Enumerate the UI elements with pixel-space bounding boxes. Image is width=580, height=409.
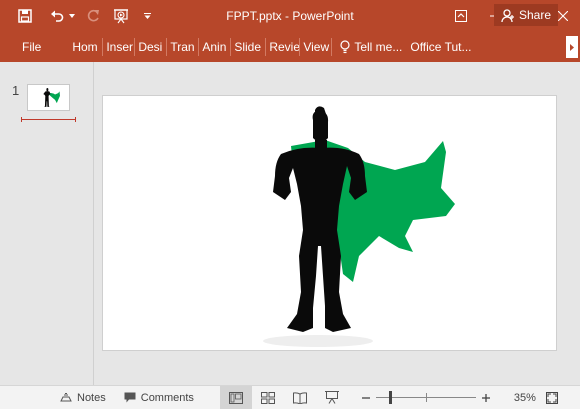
tab-insert[interactable]: Inser (103, 32, 134, 62)
slide-thumbnail[interactable] (27, 84, 70, 111)
tab-slide-show[interactable]: Slide (231, 32, 265, 62)
slide-sorter-icon (260, 391, 275, 404)
tell-me-search[interactable]: Tell me... (332, 32, 410, 62)
share-label: Share (518, 8, 552, 22)
comments-label: Comments (140, 391, 194, 404)
thumbnail-slide-number: 1 (12, 83, 20, 98)
slide-editing-canvas (94, 62, 580, 385)
ground-shadow (263, 335, 373, 347)
fit-slide-to-window-button[interactable] (536, 386, 566, 409)
slide-thumbnail-pane: 1 (0, 62, 94, 385)
undo-button[interactable] (46, 0, 68, 32)
minus-icon (361, 396, 370, 399)
plus-icon (481, 393, 490, 402)
redo-icon (87, 9, 99, 22)
save-icon (18, 9, 32, 23)
zoom-slider-midpoint (425, 392, 427, 402)
tab-design[interactable]: Desi (135, 32, 166, 62)
tell-me-label: Tell me... (354, 40, 403, 54)
zoom-slider[interactable] (375, 386, 476, 409)
tab-file[interactable]: File (0, 32, 55, 62)
tab-animations[interactable]: Anin (199, 32, 230, 62)
lightbulb-icon (340, 40, 350, 54)
reading-view-button[interactable] (284, 386, 316, 409)
ribbon-display-options-button[interactable] (444, 0, 478, 32)
chevron-down-icon (69, 14, 75, 18)
comments-button[interactable]: Comments (116, 386, 202, 409)
normal-view-icon (228, 391, 243, 404)
notes-label: Notes (77, 391, 106, 404)
ribbon-tab-bar: File Hom Inser Desi Tran Anin Slide Revi… (0, 32, 580, 62)
notes-icon (60, 393, 72, 402)
superhero-thumbnail-image (43, 87, 60, 107)
comment-icon (124, 392, 136, 403)
slide-sorter-view-button[interactable] (252, 386, 284, 409)
tab-review[interactable]: Revie (266, 32, 299, 62)
customize-toolbar-button[interactable] (140, 0, 154, 32)
ribbon-scroll-right-button[interactable] (566, 36, 578, 58)
redo-button[interactable] (82, 0, 104, 32)
title-bar: FPPT.pptx - PowerPoint (0, 0, 580, 32)
tab-transitions[interactable]: Tran (167, 32, 198, 62)
ribbon-display-icon (455, 10, 467, 22)
undo-dropdown-button[interactable] (68, 0, 76, 32)
normal-view-button[interactable] (219, 385, 252, 409)
reading-view-icon (292, 391, 307, 404)
tab-view[interactable]: View (300, 32, 331, 62)
tab-home[interactable]: Hom (69, 32, 102, 62)
slide-insert-indicator (21, 117, 76, 122)
fit-to-window-icon (545, 391, 558, 404)
zoom-level[interactable]: 35% (500, 392, 536, 404)
start-slideshow-button[interactable] (110, 0, 132, 32)
undo-icon (51, 10, 64, 22)
tab-office-tutorials[interactable]: Office Tut... (410, 32, 474, 62)
zoom-controls: 35% (356, 386, 566, 409)
notes-button[interactable]: Notes (52, 386, 114, 409)
share-person-icon (501, 8, 514, 22)
share-button[interactable]: Share (494, 4, 558, 26)
save-button[interactable] (12, 0, 38, 32)
slide[interactable] (102, 95, 557, 351)
chevron-right-icon (570, 43, 574, 51)
quick-access-toolbar (0, 0, 154, 32)
close-icon (558, 11, 568, 21)
customize-menu-icon (143, 13, 151, 19)
present-from-beginning-icon (114, 8, 128, 23)
zoom-out-button[interactable] (356, 386, 376, 409)
slide-show-view-button[interactable] (316, 386, 348, 409)
zoom-in-button[interactable] (476, 386, 496, 409)
superhero-silhouette-image[interactable] (103, 96, 556, 350)
zoom-slider-thumb[interactable] (388, 390, 392, 404)
slide-show-icon (324, 391, 339, 404)
status-bar: Notes Comments 35% (0, 385, 580, 409)
